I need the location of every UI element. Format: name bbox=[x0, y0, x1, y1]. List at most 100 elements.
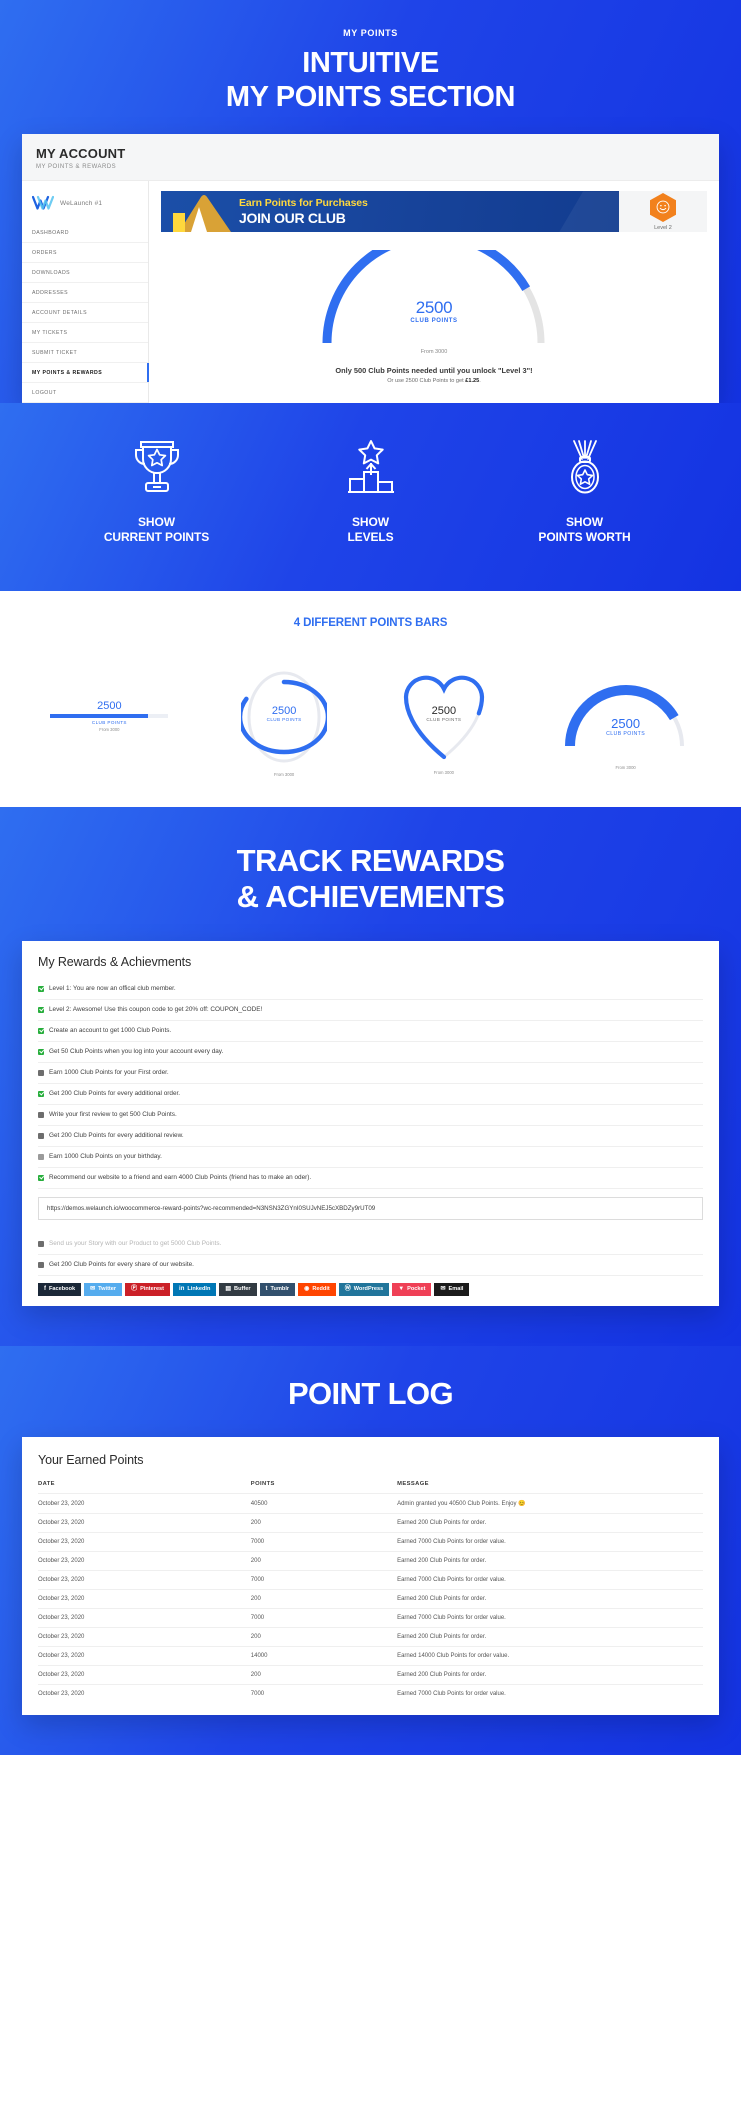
sidebar-item-submit-ticket[interactable]: SUBMIT TICKET bbox=[22, 343, 148, 364]
share-button-tumblr[interactable]: t Tumblr bbox=[259, 1282, 296, 1296]
sidebar-item-addresses[interactable]: ADDRESSES bbox=[22, 283, 148, 304]
log-cell-message: Earned 7000 Club Points for order value. bbox=[397, 1570, 703, 1590]
share-button-reddit[interactable]: ◉ Reddit bbox=[298, 1282, 336, 1296]
log-cell-date: October 23, 2020 bbox=[38, 1532, 251, 1552]
promo-banner[interactable]: Earn Points for Purchases JOIN OUR CLUB bbox=[161, 191, 619, 233]
table-row: October 23, 2020 200 Earned 200 Club Point… bbox=[38, 1551, 703, 1571]
feature-show-points-worth: SHOW POINTS WORTH bbox=[515, 439, 655, 545]
share-button-wordpress[interactable]: Ⓦ WordPress bbox=[338, 1282, 390, 1296]
point-log-tbody: October 23, 2020 40500 Admin granted you 4… bbox=[38, 1493, 703, 1704]
rewards-title-line2: & ACHIEVEMENTS bbox=[236, 879, 505, 915]
smiley-face-icon bbox=[656, 201, 670, 214]
unchecked-box-icon bbox=[38, 1132, 44, 1139]
feature-label-line1: SHOW bbox=[352, 515, 389, 530]
sidebar-item-my-points-rewards[interactable]: MY POINTS & REWARDS bbox=[22, 363, 149, 384]
share-button-buffer[interactable]: ▤ Buffer bbox=[219, 1282, 257, 1296]
log-cell-message: Earned 200 Club Points for order. bbox=[397, 1665, 703, 1685]
table-row: October 23, 2020 7000 Earned 7000 Club Poi… bbox=[38, 1684, 703, 1704]
rewards-card: My Rewards & Achievments Level 1: You ar… bbox=[22, 940, 719, 1306]
column-header-points: POINTS bbox=[250, 1481, 275, 1488]
gauge-submessage: Or use 2500 Club Points to get £1.25. bbox=[161, 378, 707, 384]
pocket-icon: ▼ bbox=[398, 1286, 405, 1293]
podium-star-icon bbox=[347, 440, 394, 494]
log-cell-date: October 23, 2020 bbox=[38, 1608, 251, 1628]
share-button-label: Pocket bbox=[407, 1286, 426, 1293]
circle-unit: CLUB POINTS bbox=[266, 717, 302, 723]
point-log-thead: DATE POINTS MESSAGE bbox=[38, 1477, 703, 1494]
sidebar-item-account-details[interactable]: ACCOUNT DETAILS bbox=[22, 303, 148, 324]
promo-line2: JOIN OUR CLUB bbox=[239, 210, 346, 227]
reward-item-text: Get 200 Club Points for every additional… bbox=[49, 1132, 184, 1140]
gauge-from: From 3000 bbox=[420, 349, 448, 356]
point-log-header-row: DATE POINTS MESSAGE bbox=[38, 1477, 703, 1494]
level-label: Level 2 bbox=[654, 224, 672, 231]
feature-label-line2: CURRENT POINTS bbox=[103, 530, 210, 545]
log-cell-points: 200 bbox=[250, 1627, 398, 1647]
linear-unit: CLUB POINTS bbox=[91, 720, 127, 726]
share-button-email[interactable]: ✉ Email bbox=[434, 1282, 470, 1296]
feature-label: SHOW CURRENT POINTS bbox=[87, 515, 227, 545]
sidebar-item-orders[interactable]: ORDERS bbox=[22, 243, 148, 264]
linkedin-icon: in bbox=[179, 1286, 185, 1293]
welaunch-logo-icon bbox=[32, 196, 54, 211]
point-log-table: DATE POINTS MESSAGE October 23, 2020 4050… bbox=[38, 1477, 703, 1704]
sidebar-item-logout[interactable]: LOGOUT bbox=[22, 383, 148, 404]
hero-title: INTUITIVE MY POINTS SECTION bbox=[0, 46, 741, 114]
share-button-label: Buffer bbox=[234, 1286, 251, 1293]
linear-caption: 2500 bbox=[50, 700, 168, 712]
reddit-icon: ◉ bbox=[304, 1286, 310, 1293]
linear-track bbox=[50, 714, 169, 719]
log-cell-date: October 23, 2020 bbox=[38, 1646, 251, 1666]
sidebar-item-dashboard[interactable]: DASHBOARD bbox=[22, 223, 148, 244]
promo-line1: Earn Points for Purchases bbox=[239, 197, 368, 210]
log-cell-date: October 23, 2020 bbox=[38, 1570, 251, 1590]
point-log-card-title: Your Earned Points bbox=[38, 1453, 144, 1468]
share-button-pinterest[interactable]: Ⓟ Pinterest bbox=[125, 1282, 171, 1296]
log-cell-points: 200 bbox=[250, 1589, 398, 1609]
log-cell-points: 200 bbox=[250, 1551, 398, 1571]
feature-label-line2: LEVELS bbox=[347, 530, 394, 545]
wordpress-icon: Ⓦ bbox=[344, 1286, 351, 1293]
reward-item: Get 200 Club Points for every additional… bbox=[38, 1084, 703, 1105]
gauge-value: 2500 bbox=[415, 298, 453, 318]
reward-item-text: Create an account to get 1000 Club Point… bbox=[49, 1027, 172, 1035]
share-button-pocket[interactable]: ▼ Pocket bbox=[392, 1282, 432, 1296]
log-cell-message: Earned 7000 Club Points for order value. bbox=[397, 1532, 703, 1552]
share-buttons-row: f Facebook ✉ Twitter Ⓟ Pinterest in LinkedIn ▤ Bu… bbox=[38, 1276, 703, 1306]
reward-item: Get 200 Club Points for every share of o… bbox=[38, 1255, 703, 1276]
log-cell-date: October 23, 2020 bbox=[38, 1665, 251, 1685]
account-nav-list: DASHBOARD ORDERS DOWNLOADS ADDRESSES ACCOUNT… bbox=[22, 223, 149, 404]
heart-caption: 2500 CLUB POINTS bbox=[400, 705, 488, 722]
column-header-message: MESSAGE bbox=[397, 1481, 429, 1488]
share-button-linkedin[interactable]: in LinkedIn bbox=[173, 1282, 217, 1296]
share-button-facebook[interactable]: f Facebook bbox=[38, 1282, 82, 1296]
hero-title-line1: INTUITIVE bbox=[302, 47, 439, 79]
gauge2-from: From 3000 bbox=[615, 765, 636, 771]
unchecked-box-icon bbox=[38, 1240, 44, 1247]
share-button-twitter[interactable]: ✉ Twitter bbox=[84, 1282, 123, 1296]
feature-show-levels: SHOW LEVELS bbox=[301, 439, 441, 545]
points-bar-heart: 2500 CLUB POINTS From 3000 bbox=[400, 671, 488, 775]
gauge-message: Only 500 Club Points needed until you un… bbox=[335, 366, 533, 376]
log-cell-points: 7000 bbox=[250, 1608, 398, 1628]
rewards-title: TRACK REWARDS & ACHIEVEMENTS bbox=[0, 843, 741, 914]
share-button-label: Reddit bbox=[312, 1286, 330, 1293]
reward-item: Earn 1000 Club Points on your birthday. bbox=[38, 1147, 703, 1168]
reward-item-text: Earn 1000 Club Points on your birthday. bbox=[49, 1153, 162, 1161]
share-button-label: Facebook bbox=[49, 1286, 76, 1293]
reward-item: Get 50 Club Points when you log into you… bbox=[38, 1042, 703, 1063]
sidebar-item-my-tickets[interactable]: MY TICKETS bbox=[22, 323, 148, 344]
log-cell-message: Earned 200 Club Points for order. bbox=[397, 1551, 703, 1571]
table-row: October 23, 2020 7000 Earned 7000 Club Poi… bbox=[38, 1570, 703, 1590]
checkmark-icon bbox=[38, 1048, 44, 1055]
sidebar-item-downloads[interactable]: DOWNLOADS bbox=[22, 263, 148, 284]
table-row: October 23, 2020 200 Earned 200 Club Point… bbox=[38, 1627, 703, 1647]
log-cell-date: October 23, 2020 bbox=[38, 1493, 251, 1514]
trophy-icon bbox=[134, 441, 179, 493]
point-log-section: POINT LOG Your Earned Points DATE POINTS… bbox=[0, 1345, 741, 1756]
log-cell-points: 200 bbox=[250, 1513, 398, 1533]
medal-icon bbox=[570, 440, 599, 494]
referral-url-input[interactable] bbox=[38, 1196, 703, 1220]
linear-value: 2500 bbox=[97, 700, 122, 713]
feature-label: SHOW LEVELS bbox=[301, 515, 441, 545]
